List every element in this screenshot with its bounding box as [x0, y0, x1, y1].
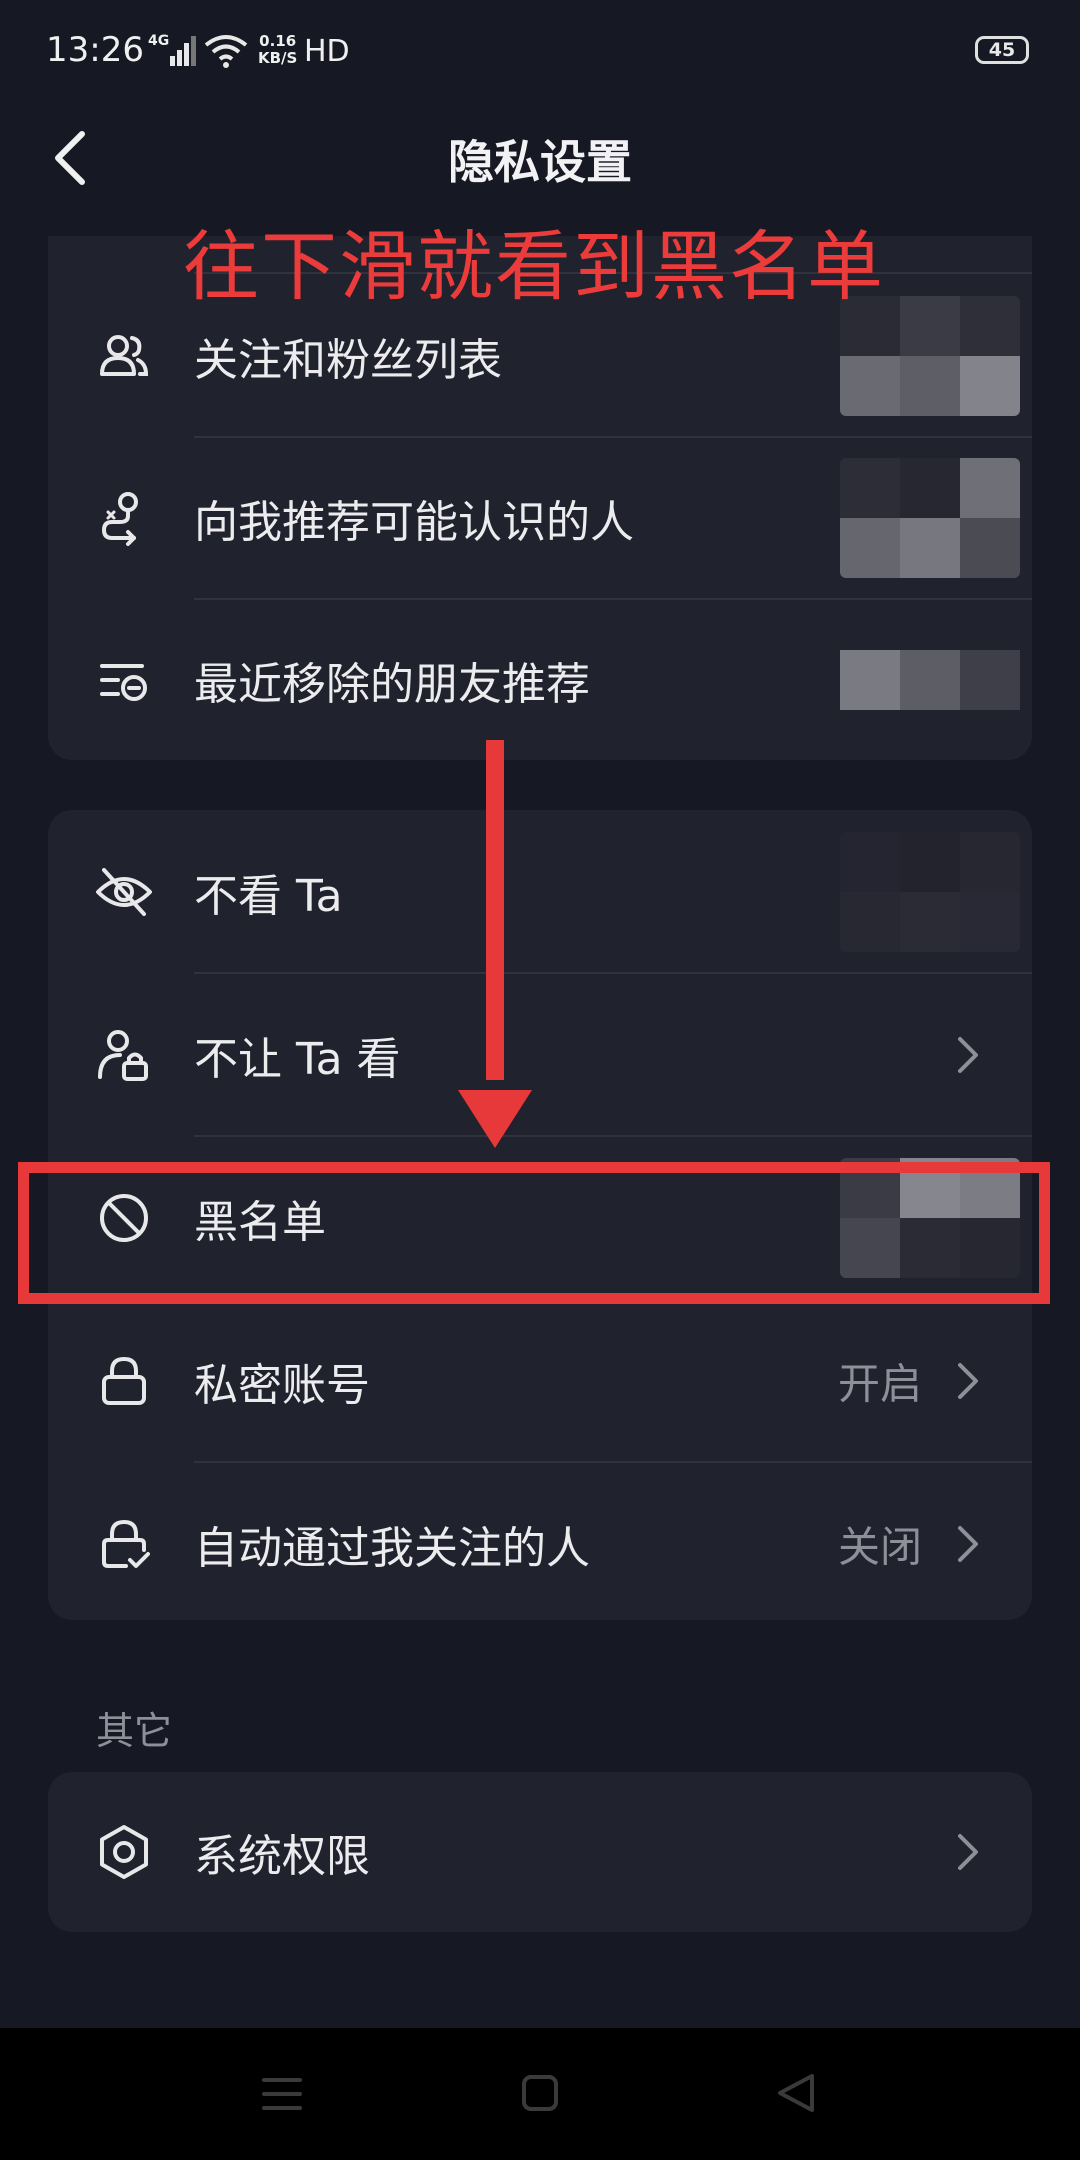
chevron-right-icon: [958, 1525, 978, 1562]
row-label: 不看 Ta: [194, 870, 343, 922]
home-icon[interactable]: [521, 2074, 559, 2112]
page-title: 隐私设置: [448, 135, 632, 189]
battery-icon: 45: [975, 36, 1029, 64]
status-bar: 13:26 4G 0.16 KB/S HD 45: [0, 0, 1080, 110]
eye-off-icon: [96, 867, 152, 916]
row-value: 关闭: [837, 1522, 922, 1571]
chevron-right-icon: [958, 1362, 978, 1399]
chevron-right-icon: [958, 1036, 978, 1073]
network-speed: 0.16 KB/S: [258, 33, 297, 67]
person-route-icon: [101, 491, 138, 546]
back-icon[interactable]: [776, 2072, 816, 2114]
row-label: 系统权限: [194, 1831, 370, 1882]
row-recommend-people[interactable]: 向我推荐可能认识的人: [48, 436, 1032, 599]
censored-value: [840, 457, 1020, 578]
annotation-text: 往下滑就看到黑名单: [183, 222, 885, 311]
hd-indicator: HD: [304, 34, 350, 69]
censored-value: [840, 831, 1020, 952]
annotation-highlight-box: [18, 1162, 1050, 1304]
network-type: 4G: [148, 33, 170, 49]
row-label: 向我推荐可能认识的人: [194, 496, 634, 548]
chevron-right-icon: [958, 1834, 978, 1870]
row-removed-recommendations[interactable]: 最近移除的朋友推荐: [48, 598, 1032, 761]
speed-unit: KB/S: [258, 49, 298, 67]
row-label: 私密账号: [194, 1359, 370, 1411]
wifi-icon: [204, 35, 248, 68]
annotation-arrow: [458, 740, 532, 1148]
menu-icon[interactable]: [262, 2076, 302, 2112]
lock-check-icon: [102, 1519, 150, 1568]
status-time: 13:26: [46, 30, 144, 70]
row-system-permissions[interactable]: 系统权限: [48, 1772, 1032, 1932]
signal-icon: [170, 36, 196, 66]
row-label: 最近移除的朋友推荐: [194, 658, 590, 710]
lock-icon: [102, 1356, 146, 1405]
list-remove-icon: [100, 663, 147, 701]
speed-value: 0.16: [259, 32, 297, 50]
row-auto-approve-followers[interactable]: 自动通过我关注的人 关闭: [48, 1462, 1032, 1625]
row-label: 自动通过我关注的人: [194, 1522, 590, 1574]
row-private-account[interactable]: 私密账号 开启: [48, 1299, 1032, 1462]
people-icon: [100, 334, 149, 376]
section-title-other: 其它: [96, 1709, 173, 1753]
system-nav-bar: [0, 2028, 1080, 2160]
row-label: 关注和粉丝列表: [194, 334, 502, 386]
censored-value: [840, 620, 1020, 740]
row-label: 不让 Ta 看: [194, 1033, 401, 1085]
settings-hexagon-icon: [100, 1825, 148, 1879]
privacy-group-other: 系统权限: [48, 1772, 1032, 1932]
person-lock-icon: [98, 1029, 148, 1081]
row-value: 开启: [837, 1359, 922, 1408]
